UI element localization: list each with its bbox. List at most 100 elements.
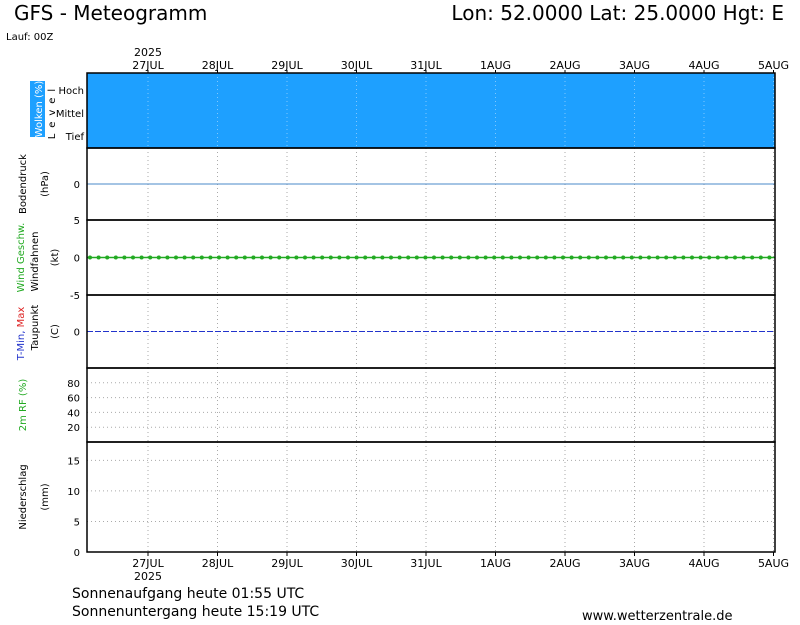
- wind-point-61: [612, 255, 617, 260]
- wind-point-35: [389, 255, 393, 260]
- wind-point-63: [629, 255, 634, 260]
- wind-point-65: [647, 255, 651, 260]
- wind-point-68: [672, 255, 677, 260]
- wind-point-28: [328, 255, 333, 260]
- wind-point-31: [354, 255, 359, 260]
- meteogram-chart: 27JUL27JUL28JUL28JUL29JUL29JUL30JUL30JUL…: [16, 46, 789, 583]
- date-label-bottom-29JUL: 29JUL: [271, 557, 303, 570]
- cloud-level-mittel: Mittel: [56, 109, 84, 120]
- date-label-bottom-4AUG: 4AUG: [688, 557, 719, 570]
- wind-point-75: [733, 255, 737, 260]
- wind-point-51: [526, 255, 531, 260]
- precip-unit-label: (mm): [40, 483, 51, 510]
- wind-point-4: [122, 255, 127, 260]
- sunrise-text: Sonnenaufgang heute 01:55 UTC: [72, 586, 305, 602]
- wind-point-54: [552, 255, 557, 260]
- wind-point-50: [518, 255, 522, 260]
- wind-point-57: [578, 255, 583, 260]
- wind-point-48: [500, 255, 505, 260]
- wind-tick--5: -5: [70, 291, 80, 302]
- temperature-tick-0: 0: [74, 328, 80, 339]
- wind-point-47: [492, 255, 497, 260]
- wind-point-52: [535, 255, 540, 260]
- panel-frame-precip: [86, 441, 776, 553]
- wind-point-40: [432, 255, 436, 260]
- sunset-text: Sonnenuntergang heute 15:19 UTC: [72, 604, 320, 620]
- website-text: www.wetterzentrale.de: [582, 609, 733, 624]
- wind-point-78: [758, 255, 763, 260]
- tmax-label: Max: [16, 307, 27, 328]
- wind-point-22: [277, 255, 282, 260]
- wind-point-23: [285, 255, 290, 260]
- wind-point-43: [457, 255, 462, 260]
- wind-point-72: [707, 255, 712, 260]
- wind-point-71: [698, 255, 703, 260]
- wind-point-15: [217, 255, 221, 260]
- wind-point-2: [105, 255, 110, 260]
- wind-point-77: [750, 255, 755, 260]
- dewpoint-label: Taupunkt: [30, 305, 41, 352]
- humidity-tick-80: 80: [67, 379, 80, 390]
- cloud-axis-label: Wolken (%): [34, 81, 45, 138]
- wind-point-45: [475, 255, 479, 260]
- date-label-bottom-31JUL: 31JUL: [410, 557, 442, 570]
- wind-point-20: [260, 255, 264, 260]
- wind-point-49: [509, 255, 514, 260]
- humidity-tick-20: 20: [67, 423, 80, 434]
- wind-unit-label: (kt): [50, 249, 61, 267]
- wind-point-12: [191, 255, 196, 260]
- wind-point-8: [156, 255, 161, 260]
- wind-point-11: [182, 255, 187, 260]
- wind-point-6: [139, 255, 144, 260]
- date-label-bottom-5AUG: 5AUG: [758, 557, 789, 570]
- wind-point-60: [604, 255, 608, 260]
- date-label-bottom-1AUG: 1AUG: [480, 557, 511, 570]
- wind-point-19: [251, 255, 256, 260]
- wind-tick-0: 0: [74, 254, 80, 265]
- pressure-axis-label: Bodendruck: [18, 154, 29, 214]
- wind-point-32: [363, 255, 368, 260]
- wind-point-58: [586, 255, 591, 260]
- humidity-axis-label: 2m RF (%): [18, 379, 29, 432]
- date-label-bottom-27JUL: 27JUL: [132, 557, 164, 570]
- date-label-bottom-3AUG: 3AUG: [619, 557, 650, 570]
- date-label-bottom-28JUL: 28JUL: [202, 557, 234, 570]
- pressure-tick-0: 0: [74, 180, 80, 191]
- wind-point-16: [225, 255, 230, 260]
- wind-point-44: [466, 255, 471, 260]
- wind-tick-5: 5: [74, 216, 80, 227]
- wind-point-13: [199, 255, 204, 260]
- wind-point-66: [655, 255, 660, 260]
- cloud-cover-fill: [87, 73, 775, 148]
- temperature-axis-label: T-Min, Max: [16, 307, 27, 362]
- wind-point-30: [346, 255, 350, 260]
- cloud-level-tief: Tief: [65, 132, 85, 143]
- wind-point-10: [174, 255, 178, 260]
- wind-point-36: [397, 255, 402, 260]
- wind-point-42: [449, 255, 454, 260]
- wind-point-27: [320, 255, 325, 260]
- wind-point-17: [234, 255, 239, 260]
- date-label-bottom-30JUL: 30JUL: [341, 557, 373, 570]
- wind-point-18: [242, 255, 247, 260]
- wind-point-1: [96, 255, 101, 260]
- wind-point-38: [414, 255, 419, 260]
- wind-point-41: [440, 255, 445, 260]
- precip-tick-0: 0: [74, 548, 80, 559]
- wind-point-74: [724, 255, 729, 260]
- year-label-bottom: 2025: [134, 570, 162, 583]
- wind-point-59: [595, 255, 600, 260]
- wind-point-73: [715, 255, 720, 260]
- wind-point-33: [371, 255, 376, 260]
- cloud-level-hoch: Hoch: [59, 86, 84, 97]
- wind-point-46: [483, 255, 488, 260]
- wind-point-69: [681, 255, 686, 260]
- wind-point-0: [88, 255, 92, 260]
- wind-barbs-label: Windfahnen: [30, 232, 41, 292]
- wind-point-56: [569, 255, 574, 260]
- wind-point-70: [690, 255, 694, 260]
- wind-point-39: [423, 255, 428, 260]
- wind-point-7: [148, 255, 153, 260]
- wind-point-21: [268, 255, 273, 260]
- pressure-unit-label: (hPa): [40, 171, 51, 197]
